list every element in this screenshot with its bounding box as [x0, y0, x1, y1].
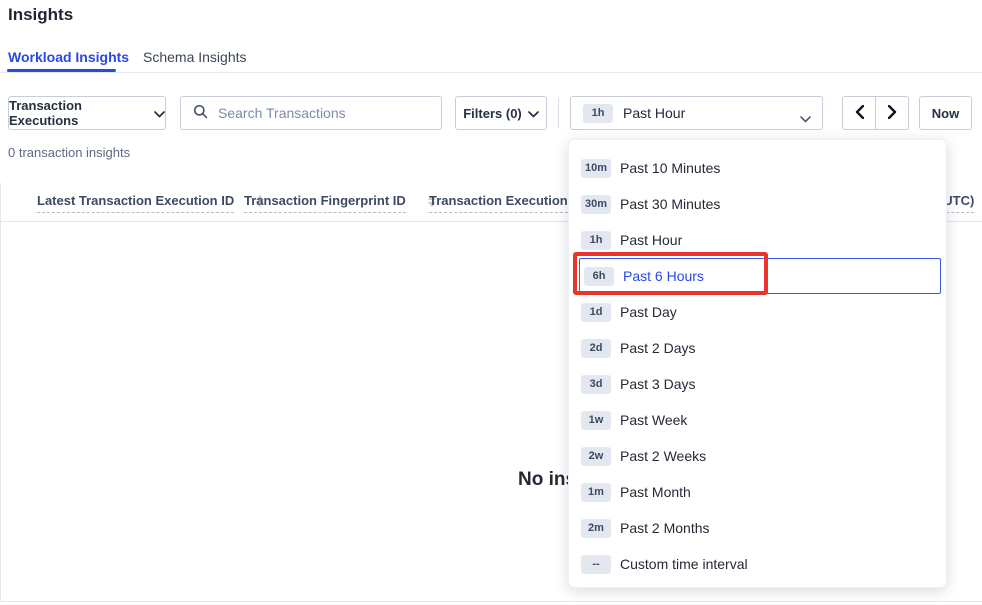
time-option-badge: 2m	[581, 519, 611, 538]
time-option-badge: 1w	[581, 411, 611, 430]
time-option-label: Past 6 Hours	[623, 268, 704, 284]
time-option-1m[interactable]: 1m Past Month	[569, 474, 946, 510]
now-label: Now	[932, 106, 959, 121]
time-option-badge: 2d	[581, 339, 611, 358]
search-box[interactable]	[180, 96, 442, 130]
tab-schema-insights[interactable]: Schema Insights	[143, 49, 247, 65]
time-option-1w[interactable]: 1w Past Week	[569, 402, 946, 438]
time-option-label: Past 2 Days	[620, 340, 695, 356]
chevron-down-icon	[800, 110, 811, 128]
time-range-badge: 1h	[583, 104, 613, 123]
time-option-30m[interactable]: 30m Past 30 Minutes	[569, 186, 946, 222]
time-option-badge: 3d	[581, 375, 611, 394]
next-range-button[interactable]	[875, 96, 909, 130]
search-input[interactable]	[216, 104, 431, 122]
insights-count: 0 transaction insights	[8, 145, 130, 160]
time-option-label: Custom time interval	[620, 556, 748, 572]
page-title: Insights	[8, 5, 73, 25]
chevron-down-icon	[154, 106, 165, 121]
time-option-badge: 1m	[581, 483, 611, 502]
now-button[interactable]: Now	[919, 96, 972, 130]
time-option-badge: 1d	[581, 303, 611, 322]
time-option-badge: 30m	[581, 195, 611, 214]
time-option-label: Past 2 Months	[620, 520, 710, 536]
time-option-badge: 10m	[581, 159, 611, 178]
column-header-transaction-execution[interactable]: Transaction Execution	[429, 193, 568, 213]
time-range-dropdown-menu: 10m Past 10 Minutes 30m Past 30 Minutes …	[568, 139, 947, 588]
time-option-6h[interactable]: 6h Past 6 Hours	[579, 258, 941, 294]
time-option-badge: 6h	[584, 267, 614, 286]
time-option-custom[interactable]: -- Custom time interval	[569, 546, 946, 582]
time-option-badge: --	[581, 555, 611, 574]
time-option-10m[interactable]: 10m Past 10 Minutes	[569, 150, 946, 186]
time-option-label: Past Month	[620, 484, 691, 500]
search-icon	[193, 104, 208, 122]
time-option-label: Past 10 Minutes	[620, 160, 720, 176]
time-option-label: Past 3 Days	[620, 376, 695, 392]
chevron-left-icon	[855, 105, 864, 122]
filters-label: Filters (0)	[463, 106, 522, 121]
time-option-badge: 1h	[581, 231, 611, 250]
chevron-right-icon	[888, 105, 897, 122]
time-option-label: Past Day	[620, 304, 677, 320]
toolbar-divider	[558, 98, 559, 128]
time-range-select[interactable]: 1h Past Hour	[570, 96, 823, 130]
time-option-label: Past Hour	[620, 232, 682, 248]
time-option-label: Past 2 Weeks	[620, 448, 706, 464]
entity-type-select[interactable]: Transaction Executions	[8, 96, 166, 130]
time-option-label: Past 30 Minutes	[620, 196, 720, 212]
column-header-latest-transaction-execution-id[interactable]: Latest Transaction Execution ID	[37, 193, 264, 213]
filters-button[interactable]: Filters (0)	[455, 96, 547, 130]
time-option-2d[interactable]: 2d Past 2 Days	[569, 330, 946, 366]
time-option-1d[interactable]: 1d Past Day	[569, 294, 946, 330]
time-option-2m[interactable]: 2m Past 2 Months	[569, 510, 946, 546]
tab-workload-insights[interactable]: Workload Insights	[8, 49, 129, 65]
time-option-3d[interactable]: 3d Past 3 Days	[569, 366, 946, 402]
tabbar-divider	[0, 72, 982, 73]
time-option-badge: 2w	[581, 447, 611, 466]
previous-range-button[interactable]	[842, 96, 876, 130]
chevron-down-icon	[528, 106, 539, 121]
time-option-1h[interactable]: 1h Past Hour	[569, 222, 946, 258]
time-option-2w[interactable]: 2w Past 2 Weeks	[569, 438, 946, 474]
time-option-label: Past Week	[620, 412, 687, 428]
time-range-label: Past Hour	[623, 105, 685, 121]
entity-type-label: Transaction Executions	[9, 98, 146, 128]
column-header-transaction-fingerprint-id[interactable]: Transaction Fingerprint ID	[244, 193, 436, 213]
